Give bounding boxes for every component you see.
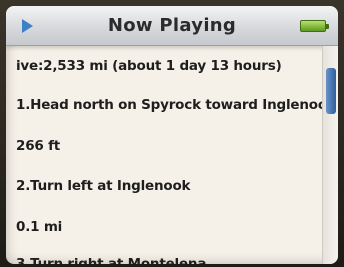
directions-list: ive:2,533 mi (about 1 day 13 hours) 1.He… bbox=[6, 46, 322, 264]
direction-step[interactable]: 1.Head north on Spyrock toward Inglenook bbox=[16, 97, 322, 113]
scrollbar[interactable] bbox=[322, 46, 338, 264]
direction-distance[interactable]: 266 ft bbox=[16, 138, 60, 154]
battery-icon bbox=[300, 20, 329, 32]
page-title: Now Playing bbox=[107, 15, 237, 36]
title-bar: Now Playing bbox=[6, 6, 338, 46]
direction-step[interactable]: 3.Turn right at Montelena bbox=[16, 256, 206, 264]
direction-distance[interactable]: 0.1 mi bbox=[16, 219, 62, 235]
direction-step[interactable]: 2.Turn left at Inglenook bbox=[16, 178, 191, 194]
scroll-thumb[interactable] bbox=[326, 68, 336, 114]
device-screen: Now Playing ive:2,533 mi (about 1 day 13… bbox=[6, 6, 338, 264]
route-summary[interactable]: ive:2,533 mi (about 1 day 13 hours) bbox=[16, 58, 282, 74]
